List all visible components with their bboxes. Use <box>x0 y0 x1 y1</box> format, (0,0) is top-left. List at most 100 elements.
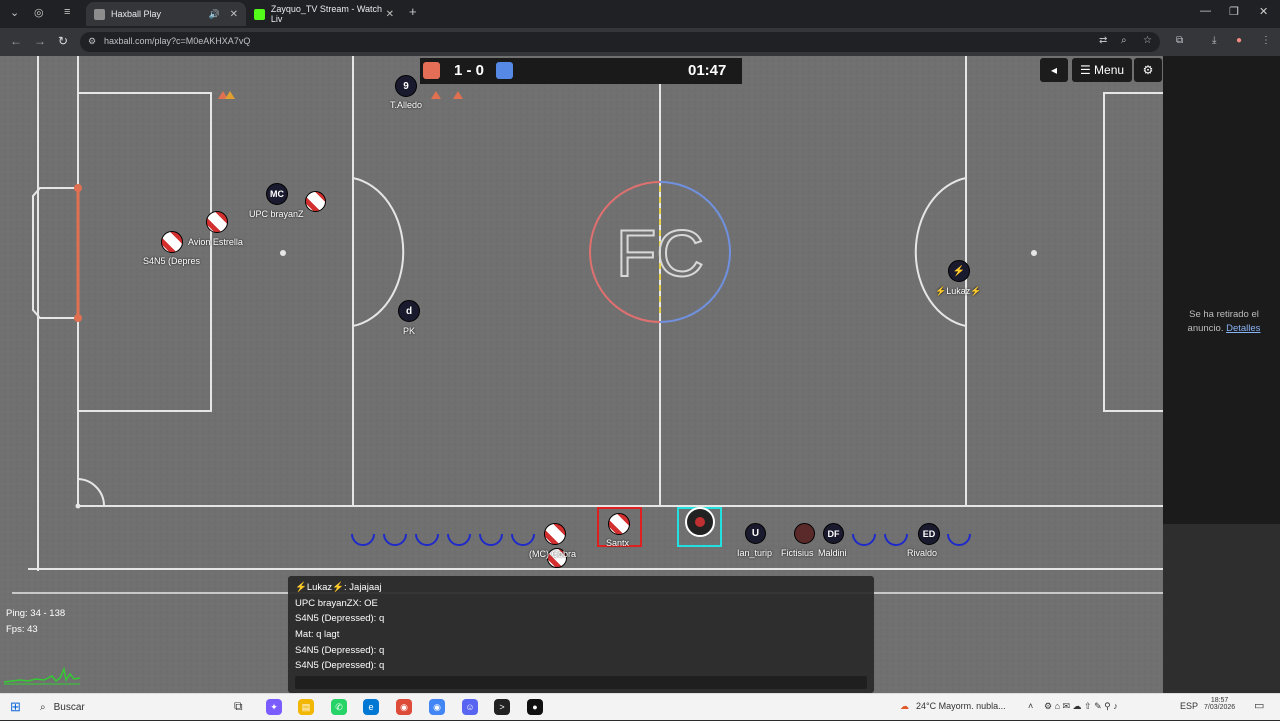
ad-panel <box>1163 56 1280 524</box>
chat-message: S4N5 (Depressed): q <box>295 613 385 624</box>
tray-chevron-icon[interactable]: ˄ <box>1028 701 1033 711</box>
close-tab-icon[interactable]: ✕ <box>386 9 394 20</box>
bench-disc <box>794 523 815 544</box>
edge-icon[interactable]: e <box>363 699 379 715</box>
reload-icon[interactable]: ↻ <box>58 34 68 48</box>
player-name: PK <box>403 326 416 336</box>
clock-date: 7/03/2026 <box>1204 704 1236 711</box>
bench-disc <box>608 513 630 535</box>
discord-icon[interactable]: ☺ <box>462 699 478 715</box>
terminal-icon[interactable]: > <box>494 699 510 715</box>
minimize-icon[interactable]: — <box>1200 5 1211 17</box>
player-disc: 9 <box>395 75 417 97</box>
more-icon[interactable]: ⋮ <box>1261 35 1271 46</box>
player-disc: d <box>398 300 420 322</box>
forward-icon[interactable]: → <box>34 34 46 48</box>
player-disc: MC <box>266 183 288 205</box>
bench-disc: U <box>745 523 766 544</box>
ad-removed-notice: Se ha retirado el anuncio. Detalles <box>1176 308 1272 336</box>
ad-panel-lower <box>1163 524 1280 693</box>
taskbar-search[interactable]: ⌕ Buscar <box>32 694 222 721</box>
stack-icon[interactable]: ≡ <box>64 6 70 18</box>
tab-zayquo[interactable]: Zayquo_TV Stream - Watch Liv ✕ <box>246 2 402 26</box>
tray-icons[interactable]: ⚙ ⌂ ✉ ☁ ⇧ ✎ ⚲ ♪ <box>1044 701 1118 712</box>
url-field[interactable]: ⚙ haxball.com/play?c=M0eAKHXA7vQ <box>80 32 1160 52</box>
sound-icon[interactable]: ◂ <box>1040 58 1068 82</box>
restore-icon[interactable]: ❐ <box>1229 5 1239 18</box>
score-text: 1 - 0 <box>453 62 484 79</box>
zoom-icon[interactable]: ⌕ <box>1121 35 1127 46</box>
chat-message: S4N5 (Depressed): q <box>295 645 385 656</box>
ad-details-link[interactable]: Detalles <box>1226 323 1260 334</box>
extensions-icon[interactable]: ⧉ <box>1176 35 1183 46</box>
player-disc <box>206 211 228 233</box>
chrome-profile-icon[interactable]: ◉ <box>429 699 445 715</box>
address-bar: ← → ↻ ⚙ haxball.com/play?c=M0eAKHXA7vQ ⇄… <box>0 28 1280 56</box>
player-name: Santx <box>606 538 630 548</box>
notifications-icon[interactable]: ▭ <box>1254 699 1264 712</box>
search-icon: ⌕ <box>40 702 46 713</box>
close-tab-icon[interactable]: ✕ <box>230 9 238 20</box>
ping-readout: Ping: 34 - 138 <box>6 608 66 619</box>
download-icon[interactable]: ⤓ <box>1212 35 1216 46</box>
tab-haxball[interactable]: Haxball Play 🔊 ✕ <box>86 2 246 26</box>
fps-readout: Fps: 43 <box>6 624 38 635</box>
app-icon[interactable]: ● <box>527 699 543 715</box>
chat-message: S4N5 (Depressed): q <box>295 660 385 671</box>
taskbar: ⊞ ⌕ Buscar ⧉ ✦ ▤ ✆ e ◉ ◉ ☺ > ● ☁ 24°C Ma… <box>0 693 1280 720</box>
haxball-favicon-icon <box>94 8 105 20</box>
chat-message: ⚡Lukaz⚡: Jajajaaj <box>295 582 382 593</box>
search-label: Buscar <box>53 702 85 713</box>
new-tab-button[interactable]: + <box>409 4 417 19</box>
copilot-icon[interactable]: ✦ <box>266 699 282 715</box>
player-name: ⚡Lukaz⚡ <box>935 286 982 296</box>
kick-favicon-icon <box>254 8 265 20</box>
avatar-icon[interactable]: ● <box>1236 35 1242 46</box>
settings-icon[interactable]: ⚙ <box>1134 58 1162 82</box>
whatsapp-icon[interactable]: ✆ <box>331 699 347 715</box>
weather-icon: ☁ <box>900 701 909 711</box>
menu-label: Menu <box>1094 63 1125 77</box>
tab-strip: ⌄ ◎ ≡ Haxball Play 🔊 ✕ Zayquo_TV Stream … <box>0 0 1280 28</box>
tab-title: Haxball Play <box>111 9 162 19</box>
translate-icon[interactable]: ⇄ <box>1099 35 1107 46</box>
windows-start-icon[interactable]: ⊞ <box>10 699 21 715</box>
player-disc <box>161 231 183 253</box>
player-name: Rivaldo <box>907 548 938 558</box>
bench-disc: DF <box>823 523 844 544</box>
red-team-badge <box>423 62 440 79</box>
site-info-icon[interactable]: ⚙ <box>88 36 96 47</box>
bench-disc: ED <box>918 523 940 545</box>
chat-message: Mat: q lagt <box>295 629 340 640</box>
task-view-icon[interactable]: ⧉ <box>234 699 243 714</box>
fps-graph <box>4 666 80 685</box>
player-name: Avion Estrella <box>188 237 243 247</box>
center-logo: FC <box>616 216 704 290</box>
file-explorer-icon[interactable]: ▤ <box>298 699 314 715</box>
bench-disc <box>544 523 566 545</box>
back-icon[interactable]: ← <box>10 34 22 48</box>
player-name: (MC) Cobra <box>529 549 577 559</box>
clock[interactable]: 18:57 7/03/2026 <box>1204 697 1235 711</box>
close-window-icon[interactable]: ✕ <box>1259 5 1268 18</box>
url-text: haxball.com/play?c=M0eAKHXA7vQ <box>104 36 251 46</box>
player-name: Ian_turip <box>737 548 773 558</box>
player-name: S4N5 (Depres <box>143 256 201 266</box>
weather-text[interactable]: 24°C Mayorm. nubla... <box>916 701 1006 711</box>
tab-search-icon[interactable]: ⌄ <box>10 6 19 19</box>
match-timer: 01:47 <box>688 62 727 79</box>
bookmark-icon[interactable]: ☆ <box>1143 35 1152 46</box>
menu-button[interactable]: ☰ Menu <box>1072 58 1132 82</box>
chat-input[interactable] <box>295 676 867 689</box>
player-name: UPC brayanZ <box>249 209 304 219</box>
player-disc <box>305 191 326 212</box>
player-name: T.Alledo <box>390 100 423 110</box>
clock-time: 18:57 <box>1210 697 1229 704</box>
tab-title: Zayquo_TV Stream - Watch Liv <box>270 4 383 24</box>
profile-icon[interactable]: ◎ <box>34 6 44 19</box>
blue-team-badge <box>496 62 513 79</box>
chrome-icon[interactable]: ◉ <box>396 699 412 715</box>
speaker-icon[interactable]: 🔊 <box>209 9 220 20</box>
chat-message: UPC brayanZX: OE <box>295 598 378 609</box>
language-indicator[interactable]: ESP <box>1180 701 1198 711</box>
